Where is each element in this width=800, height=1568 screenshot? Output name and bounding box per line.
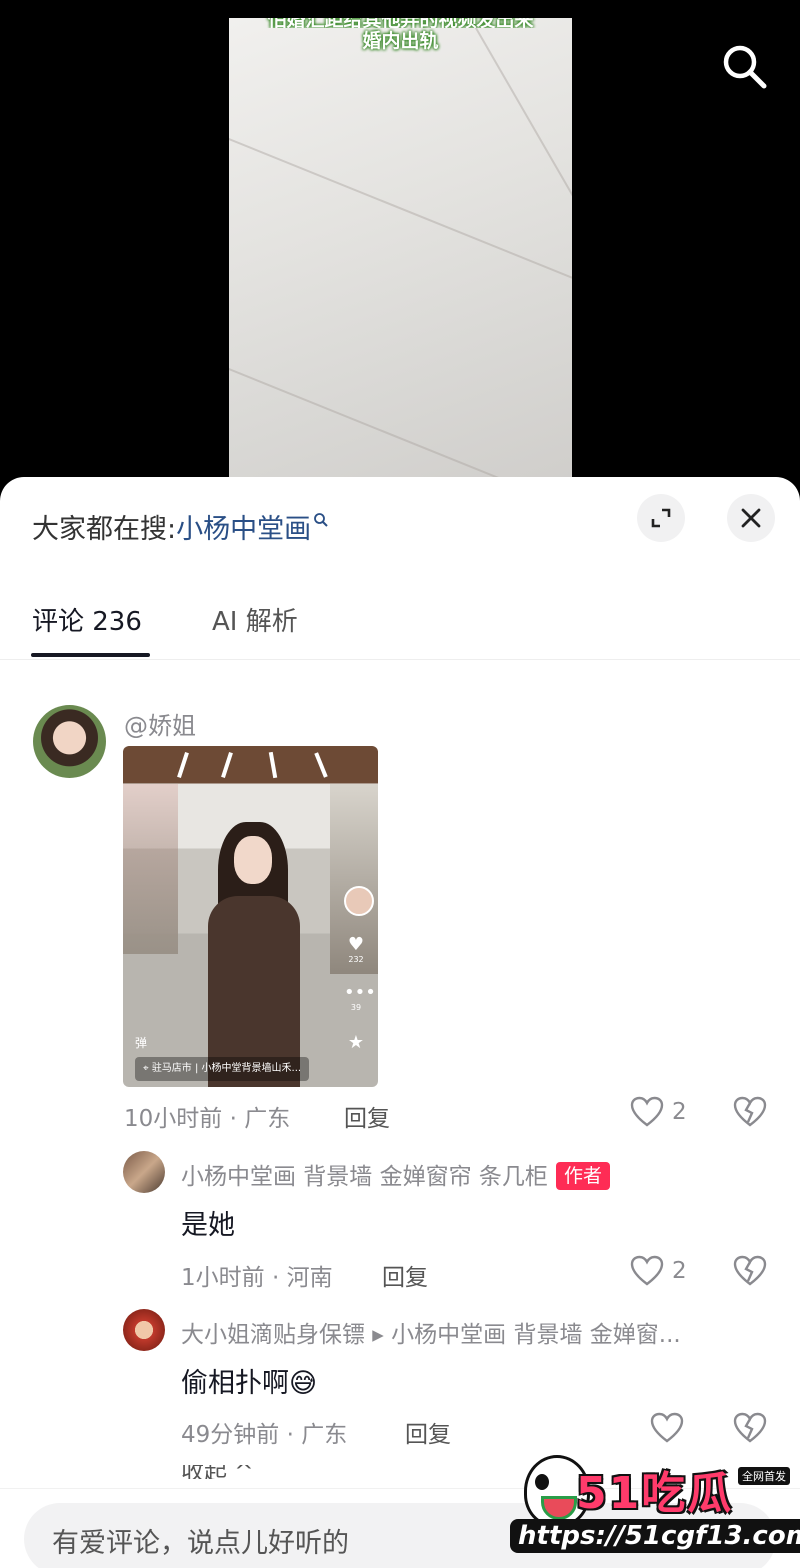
tab-ai-analysis[interactable]: AI 解析 <box>212 601 298 638</box>
video-player[interactable]: 怕婚汇距给其他弄的视频发出来 婚内出轨 <box>0 0 800 500</box>
heart-icon <box>630 1096 664 1127</box>
reply-author-name: 小杨中堂画 背景墙 金婵窗帘 条几柜 <box>181 1164 548 1190</box>
location-text: 驻马店市 | 小杨中堂背景墙山禾... <box>151 1063 302 1074</box>
comment-input-placeholder: 有爱评论，说点儿好听的 <box>52 1528 349 1559</box>
close-icon <box>741 508 761 528</box>
reply-text: 偷相扑啊😅 <box>181 1361 317 1400</box>
profile-mini-icon <box>344 886 374 916</box>
reply-author[interactable]: 小杨中堂画 背景墙 金婵窗帘 条几柜 作者 <box>181 1157 610 1191</box>
hot-search-keyword[interactable]: 小杨中堂画 <box>176 514 311 545</box>
expand-button[interactable] <box>637 494 685 542</box>
tab-bar: 评论 236 AI 解析 <box>0 595 800 660</box>
reply-button[interactable]: 回复 <box>382 1258 428 1292</box>
like-count: 2 <box>672 1099 687 1125</box>
comment-username[interactable]: @娇姐 <box>124 706 196 741</box>
pin-icon: ⌖ <box>143 1063 152 1074</box>
comment-mini-icon: ••• 39 <box>344 982 376 1012</box>
reply-button[interactable]: 回复 <box>344 1099 390 1133</box>
like-count: 2 <box>672 1258 687 1284</box>
tab-comments[interactable]: 评论 236 <box>32 601 142 638</box>
avatar[interactable] <box>33 705 106 778</box>
reply-avatar[interactable] <box>123 1309 165 1351</box>
caption-line-2: 婚内出轨 <box>362 30 439 52</box>
like-button[interactable]: 2 <box>630 1255 687 1287</box>
reply-time: 49分钟前 · 广东 <box>181 1422 348 1448</box>
corner-text: 弹 <box>135 1036 148 1050</box>
comment-time: 10小时前 · 广东 <box>124 1106 291 1132</box>
mini-like-count: 232 <box>348 955 364 964</box>
hot-search[interactable]: 大家都在搜:小杨中堂画 <box>32 507 329 546</box>
heart-mini-icon: ♥ 232 <box>344 934 368 964</box>
reply-avatar[interactable] <box>123 1151 165 1193</box>
star-mini-icon: ★ <box>347 1032 365 1053</box>
mini-comment-count: 39 <box>350 1003 362 1012</box>
search-button[interactable] <box>718 40 770 92</box>
heart-icon <box>650 1412 684 1443</box>
heart-icon <box>630 1255 664 1286</box>
watermark-logo: 51吃瓜 <box>576 1468 734 1519</box>
collapse-replies-button[interactable]: 收起 ^ <box>181 1465 254 1479</box>
broken-heart-icon <box>733 1096 767 1127</box>
dislike-button[interactable] <box>733 1255 767 1291</box>
reply-time: 1小时前 · 河南 <box>181 1265 333 1291</box>
like-button[interactable] <box>650 1412 684 1444</box>
active-tab-indicator <box>31 653 150 657</box>
dislike-button[interactable] <box>733 1096 767 1132</box>
like-button[interactable]: 2 <box>630 1096 687 1128</box>
caption-line-1: 怕婚汇距给其他弄的视频发出来 <box>229 18 572 28</box>
grin-sweat-emoji: 😅 <box>289 1368 318 1399</box>
dislike-button[interactable] <box>733 1412 767 1448</box>
hot-search-prefix: 大家都在搜: <box>32 514 177 545</box>
reply-button[interactable]: 回复 <box>405 1415 451 1449</box>
reply-text: 是她 <box>181 1210 235 1241</box>
author-badge: 作者 <box>555 1162 610 1190</box>
watermark-tag: 全网首发 <box>738 1467 790 1485</box>
expand-icon <box>651 508 671 528</box>
watermark: 51吃瓜 全网首发 https://51cgf13.com <box>506 1451 800 1563</box>
person-figure <box>198 822 310 1087</box>
broken-heart-icon <box>733 1412 767 1443</box>
search-icon <box>723 45 767 89</box>
reply-text-content: 偷相扑啊 <box>181 1368 289 1399</box>
video-frame[interactable] <box>229 18 572 500</box>
comment-image[interactable]: ♥ 232 ••• 39 ★ 弹 ⌖ 驻马店市 | 小杨中堂背景墙山禾... <box>123 746 378 1087</box>
small-search-icon <box>314 513 328 527</box>
video-caption: 怕婚汇距给其他弄的视频发出来 婚内出轨 <box>229 18 572 54</box>
reply-author[interactable]: 大小姐滴贴身保镖 ▸ 小杨中堂画 背景墙 金婵窗... <box>181 1315 681 1349</box>
watermark-url: https://51cgf13.com <box>510 1519 800 1553</box>
broken-heart-icon <box>733 1255 767 1286</box>
location-tag: ⌖ 驻马店市 | 小杨中堂背景墙山禾... <box>135 1057 310 1081</box>
close-button[interactable] <box>727 494 775 542</box>
comment-sheet: 大家都在搜:小杨中堂画 评论 236 AI 解析 @娇姐 ♥ 232 ••• 3… <box>0 477 800 1568</box>
